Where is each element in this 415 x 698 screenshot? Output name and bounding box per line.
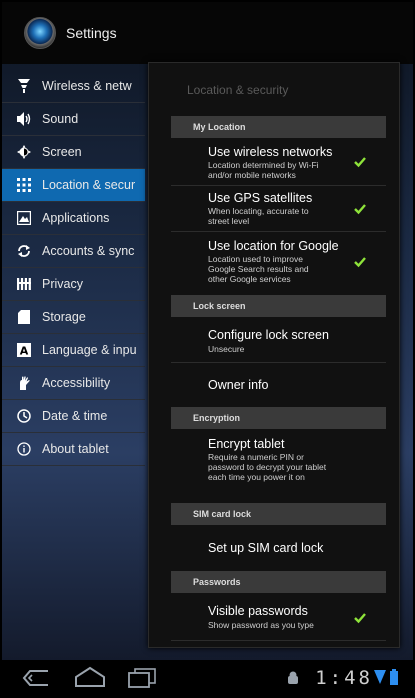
pref-title: Visible passwords <box>208 604 308 618</box>
checkbox-checked-icon[interactable] <box>354 612 366 624</box>
pref-configure-lock-screen[interactable]: Configure lock screen Unsecure <box>171 319 386 363</box>
brightness-icon <box>16 144 32 160</box>
accessibility-icon <box>16 375 32 391</box>
sidebar-item-label: Date & time <box>42 409 108 423</box>
section-header-passwords: Passwords <box>171 571 386 593</box>
sidebar-item-label: About tablet <box>42 442 109 456</box>
pref-title: Owner info <box>208 378 269 392</box>
back-icon[interactable] <box>22 669 50 687</box>
sidebar-item-sound[interactable]: Sound <box>2 103 145 136</box>
sidebar-item-label: Storage <box>42 310 86 324</box>
sidebar-item-accessibility[interactable]: Accessibility <box>2 367 145 400</box>
sidebar-item-date-time[interactable]: Date & time <box>2 400 145 433</box>
checkbox-checked-icon[interactable] <box>354 203 366 215</box>
privacy-icon <box>16 276 32 292</box>
sidebar-item-label: Applications <box>42 211 110 225</box>
pref-use-gps-satellites[interactable]: Use GPS satellites When locating, accura… <box>171 186 386 232</box>
checkbox-checked-icon[interactable] <box>354 256 366 268</box>
sidebar-item-label: Wireless & netw <box>42 79 132 93</box>
pref-title: Use location for Google <box>208 239 339 253</box>
svg-text:A: A <box>20 345 29 358</box>
sidebar-item-label: Location & secur <box>42 178 136 192</box>
pref-title: Encrypt tablet <box>208 437 285 451</box>
home-icon[interactable] <box>74 666 106 688</box>
pref-owner-info[interactable]: Owner info <box>171 363 386 407</box>
pref-use-wireless-networks[interactable]: Use wireless networks Location determine… <box>171 140 386 186</box>
speaker-icon <box>16 111 32 127</box>
wifi-icon <box>16 78 32 94</box>
section-header-my-location: My Location <box>171 116 386 138</box>
pref-title: Set up SIM card lock <box>208 541 324 555</box>
sidebar-item-privacy[interactable]: Privacy <box>2 268 145 301</box>
sidebar-item-about-tablet[interactable]: About tablet <box>2 433 145 466</box>
wifi-signal-icon <box>374 670 386 684</box>
sidebar-item-language-input[interactable]: A Language & inpu <box>2 334 145 367</box>
sidebar-item-location-security[interactable]: Location & secur <box>2 169 145 202</box>
pref-title: Configure lock screen <box>208 328 329 342</box>
applications-icon <box>16 210 32 226</box>
screen: Settings Wireless & netw Sound Screen Lo… <box>0 0 415 698</box>
pref-summary: Location determined by Wi-Fi and/or mobi… <box>208 160 319 180</box>
pref-summary: Unsecure <box>208 344 245 354</box>
settings-detail-pane: Location & security My Location Use wire… <box>148 62 400 648</box>
grid-icon <box>16 177 32 193</box>
info-icon <box>16 441 32 457</box>
sidebar-item-label: Screen <box>42 145 82 159</box>
pref-encrypt-tablet[interactable]: Encrypt tablet Require a numeric PIN or … <box>171 431 386 501</box>
sidebar-item-storage[interactable]: Storage <box>2 301 145 334</box>
pref-set-up-sim-card-lock[interactable]: Set up SIM card lock <box>171 527 386 571</box>
pref-summary: When locating, accurate to street level <box>208 206 309 226</box>
sidebar-item-label: Accessibility <box>42 376 111 390</box>
pref-visible-passwords[interactable]: Visible passwords Show password as you t… <box>171 595 386 641</box>
sync-icon <box>16 243 32 259</box>
sidebar-item-label: Privacy <box>42 277 83 291</box>
sidebar-item-applications[interactable]: Applications <box>2 202 145 235</box>
pref-title: Use GPS satellites <box>208 191 313 205</box>
pref-use-location-for-google[interactable]: Use location for Google Location used to… <box>171 232 386 290</box>
system-bar: 1:48 <box>2 660 413 696</box>
storage-icon <box>16 309 32 325</box>
language-icon: A <box>16 342 32 358</box>
battery-icon <box>390 669 398 685</box>
settings-header-list: Wireless & netw Sound Screen Location & … <box>2 70 145 466</box>
pref-summary: Require a numeric PIN or password to dec… <box>208 452 327 482</box>
status-clock: 1:48 <box>315 667 373 689</box>
sidebar-item-label: Language & inpu <box>42 343 137 357</box>
pref-summary: Show password as you type <box>208 620 314 630</box>
sidebar-item-wireless[interactable]: Wireless & netw <box>2 70 145 103</box>
clock-icon <box>16 408 32 424</box>
checkbox-checked-icon[interactable] <box>354 156 366 168</box>
android-debug-icon <box>288 671 298 684</box>
sidebar-item-label: Sound <box>42 112 79 126</box>
pref-summary: Location used to improve Google Search r… <box>208 254 309 284</box>
sidebar-item-label: Accounts & sync <box>42 244 135 258</box>
action-bar: Settings <box>2 2 413 64</box>
pane-title: Location & security <box>187 83 289 97</box>
section-header-lock-screen: Lock screen <box>171 295 386 317</box>
recent-apps-icon[interactable] <box>127 668 157 688</box>
pref-title: Use wireless networks <box>208 145 333 159</box>
app-title: Settings <box>66 25 117 41</box>
sidebar-item-accounts-sync[interactable]: Accounts & sync <box>2 235 145 268</box>
sidebar-item-screen[interactable]: Screen <box>2 136 145 169</box>
section-header-encryption: Encryption <box>171 407 386 429</box>
section-header-sim-card-lock: SIM card lock <box>171 503 386 525</box>
settings-app-icon[interactable] <box>24 17 56 49</box>
